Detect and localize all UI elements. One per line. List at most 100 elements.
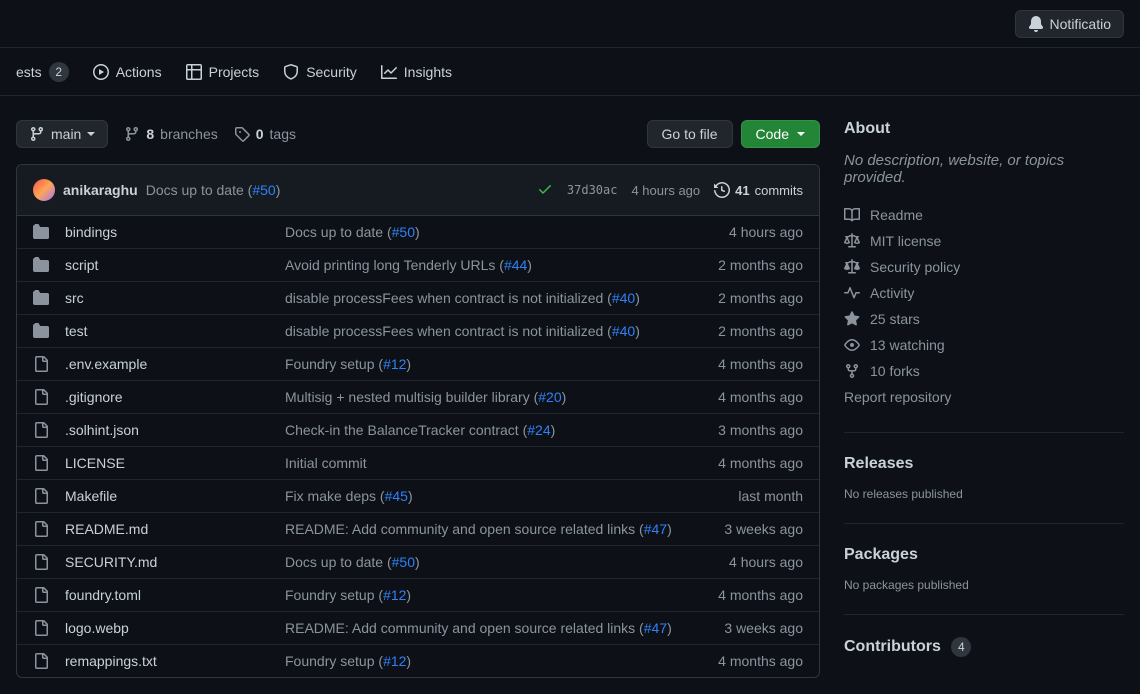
- file-row: SECURITY.mdDocs up to date (#50)4 hours …: [17, 546, 819, 579]
- file-row: LICENSEInitial commit4 months ago: [17, 447, 819, 480]
- packages-empty: No packages published: [844, 578, 1124, 592]
- pr-link[interactable]: #12: [383, 653, 406, 669]
- pr-link[interactable]: #50: [392, 224, 415, 240]
- watching-link[interactable]: 13 watching: [844, 332, 1124, 358]
- pr-link[interactable]: #40: [612, 290, 635, 306]
- activity-link[interactable]: Activity: [844, 280, 1124, 306]
- file-name[interactable]: .gitignore: [65, 389, 285, 405]
- file-icon: [33, 653, 51, 669]
- contributors-heading[interactable]: Contributors 4: [844, 637, 1124, 657]
- file-time: 4 months ago: [718, 356, 803, 372]
- tag-icon: [234, 126, 250, 142]
- file-commit-message[interactable]: Foundry setup (#12): [285, 587, 718, 603]
- pr-link[interactable]: #20: [538, 389, 561, 405]
- file-name[interactable]: .env.example: [65, 356, 285, 372]
- notifications-label: Notificatio: [1050, 16, 1111, 32]
- file-time: 2 months ago: [718, 257, 803, 273]
- file-name[interactable]: SECURITY.md: [65, 554, 285, 570]
- commit-message[interactable]: Docs up to date (#50): [146, 182, 281, 198]
- file-icon: [33, 488, 51, 504]
- report-link[interactable]: Report repository: [844, 384, 1124, 410]
- pr-link[interactable]: #12: [383, 587, 406, 603]
- fork-icon: [844, 363, 860, 379]
- forks-link[interactable]: 10 forks: [844, 358, 1124, 384]
- check-icon[interactable]: [537, 181, 553, 200]
- file-name[interactable]: remappings.txt: [65, 653, 285, 669]
- tab-insights[interactable]: Insights: [381, 64, 452, 80]
- branch-icon: [124, 126, 140, 142]
- commit-sha[interactable]: 37d30ac: [567, 183, 618, 197]
- license-link[interactable]: MIT license: [844, 228, 1124, 254]
- file-commit-message[interactable]: Foundry setup (#12): [285, 356, 718, 372]
- releases-heading[interactable]: Releases: [844, 455, 1124, 473]
- pr-link[interactable]: #40: [612, 323, 635, 339]
- branches-link[interactable]: 8 branches: [124, 126, 217, 142]
- graph-icon: [381, 64, 397, 80]
- folder-icon: [33, 323, 51, 339]
- file-name[interactable]: foundry.toml: [65, 587, 285, 603]
- file-commit-message[interactable]: disable processFees when contract is not…: [285, 323, 718, 339]
- about-heading: About: [844, 120, 1124, 138]
- file-commit-message[interactable]: Multisig + nested multisig builder libra…: [285, 389, 718, 405]
- file-commit-message[interactable]: Initial commit: [285, 455, 718, 471]
- file-name[interactable]: script: [65, 257, 285, 273]
- branch-select[interactable]: main: [16, 120, 108, 148]
- pr-link[interactable]: #24: [527, 422, 550, 438]
- file-name[interactable]: bindings: [65, 224, 285, 240]
- packages-heading[interactable]: Packages: [844, 546, 1124, 564]
- file-icon: [33, 620, 51, 636]
- pr-link[interactable]: #50: [392, 554, 415, 570]
- file-commit-message[interactable]: Docs up to date (#50): [285, 224, 729, 240]
- code-button[interactable]: Code: [741, 120, 820, 148]
- caret-down-icon: [797, 132, 805, 136]
- file-commit-message[interactable]: Docs up to date (#50): [285, 554, 729, 570]
- tab-projects[interactable]: Projects: [186, 64, 260, 80]
- file-name[interactable]: Makefile: [65, 488, 285, 504]
- pr-link[interactable]: #47: [644, 521, 667, 537]
- readme-link[interactable]: Readme: [844, 202, 1124, 228]
- file-time: 2 months ago: [718, 290, 803, 306]
- commit-pr-link[interactable]: #50: [252, 182, 275, 198]
- pr-link[interactable]: #44: [504, 257, 527, 273]
- pr-link[interactable]: #45: [385, 488, 408, 504]
- file-name[interactable]: logo.webp: [65, 620, 285, 636]
- file-icon: [33, 356, 51, 372]
- tags-link[interactable]: 0 tags: [234, 126, 296, 142]
- pr-link[interactable]: #12: [383, 356, 406, 372]
- file-commit-message[interactable]: Foundry setup (#12): [285, 653, 718, 669]
- folder-icon: [33, 224, 51, 240]
- goto-file-button[interactable]: Go to file: [647, 120, 733, 148]
- file-name[interactable]: LICENSE: [65, 455, 285, 471]
- file-commit-message[interactable]: Check-in the BalanceTracker contract (#2…: [285, 422, 718, 438]
- security-policy-link[interactable]: Security policy: [844, 254, 1124, 280]
- bell-icon: [1028, 16, 1044, 32]
- commit-author[interactable]: anikaraghu: [63, 182, 138, 198]
- releases-empty: No releases published: [844, 487, 1124, 501]
- file-name[interactable]: src: [65, 290, 285, 306]
- file-time: 3 weeks ago: [724, 521, 803, 537]
- file-name[interactable]: test: [65, 323, 285, 339]
- file-commit-message[interactable]: README: Add community and open source re…: [285, 620, 724, 636]
- stars-link[interactable]: 25 stars: [844, 306, 1124, 332]
- commits-link[interactable]: 41 commits: [714, 182, 803, 198]
- file-commit-message[interactable]: Avoid printing long Tenderly URLs (#44): [285, 257, 718, 273]
- tab-actions[interactable]: Actions: [93, 64, 162, 80]
- tab-security[interactable]: Security: [283, 64, 357, 80]
- file-name[interactable]: .solhint.json: [65, 422, 285, 438]
- tab-pull-requests[interactable]: ests 2: [16, 62, 69, 82]
- history-icon: [714, 182, 730, 198]
- file-row: foundry.tomlFoundry setup (#12)4 months …: [17, 579, 819, 612]
- file-commit-message[interactable]: README: Add community and open source re…: [285, 521, 724, 537]
- file-icon: [33, 554, 51, 570]
- file-time: 4 months ago: [718, 389, 803, 405]
- commit-time: 4 hours ago: [631, 183, 700, 198]
- file-commit-message[interactable]: Fix make deps (#45): [285, 488, 738, 504]
- shield-icon: [283, 64, 299, 80]
- pr-link[interactable]: #47: [644, 620, 667, 636]
- file-row: bindingsDocs up to date (#50)4 hours ago: [17, 216, 819, 249]
- file-row: README.mdREADME: Add community and open …: [17, 513, 819, 546]
- file-name[interactable]: README.md: [65, 521, 285, 537]
- avatar[interactable]: [33, 179, 55, 201]
- notifications-button[interactable]: Notificatio: [1015, 10, 1124, 38]
- file-commit-message[interactable]: disable processFees when contract is not…: [285, 290, 718, 306]
